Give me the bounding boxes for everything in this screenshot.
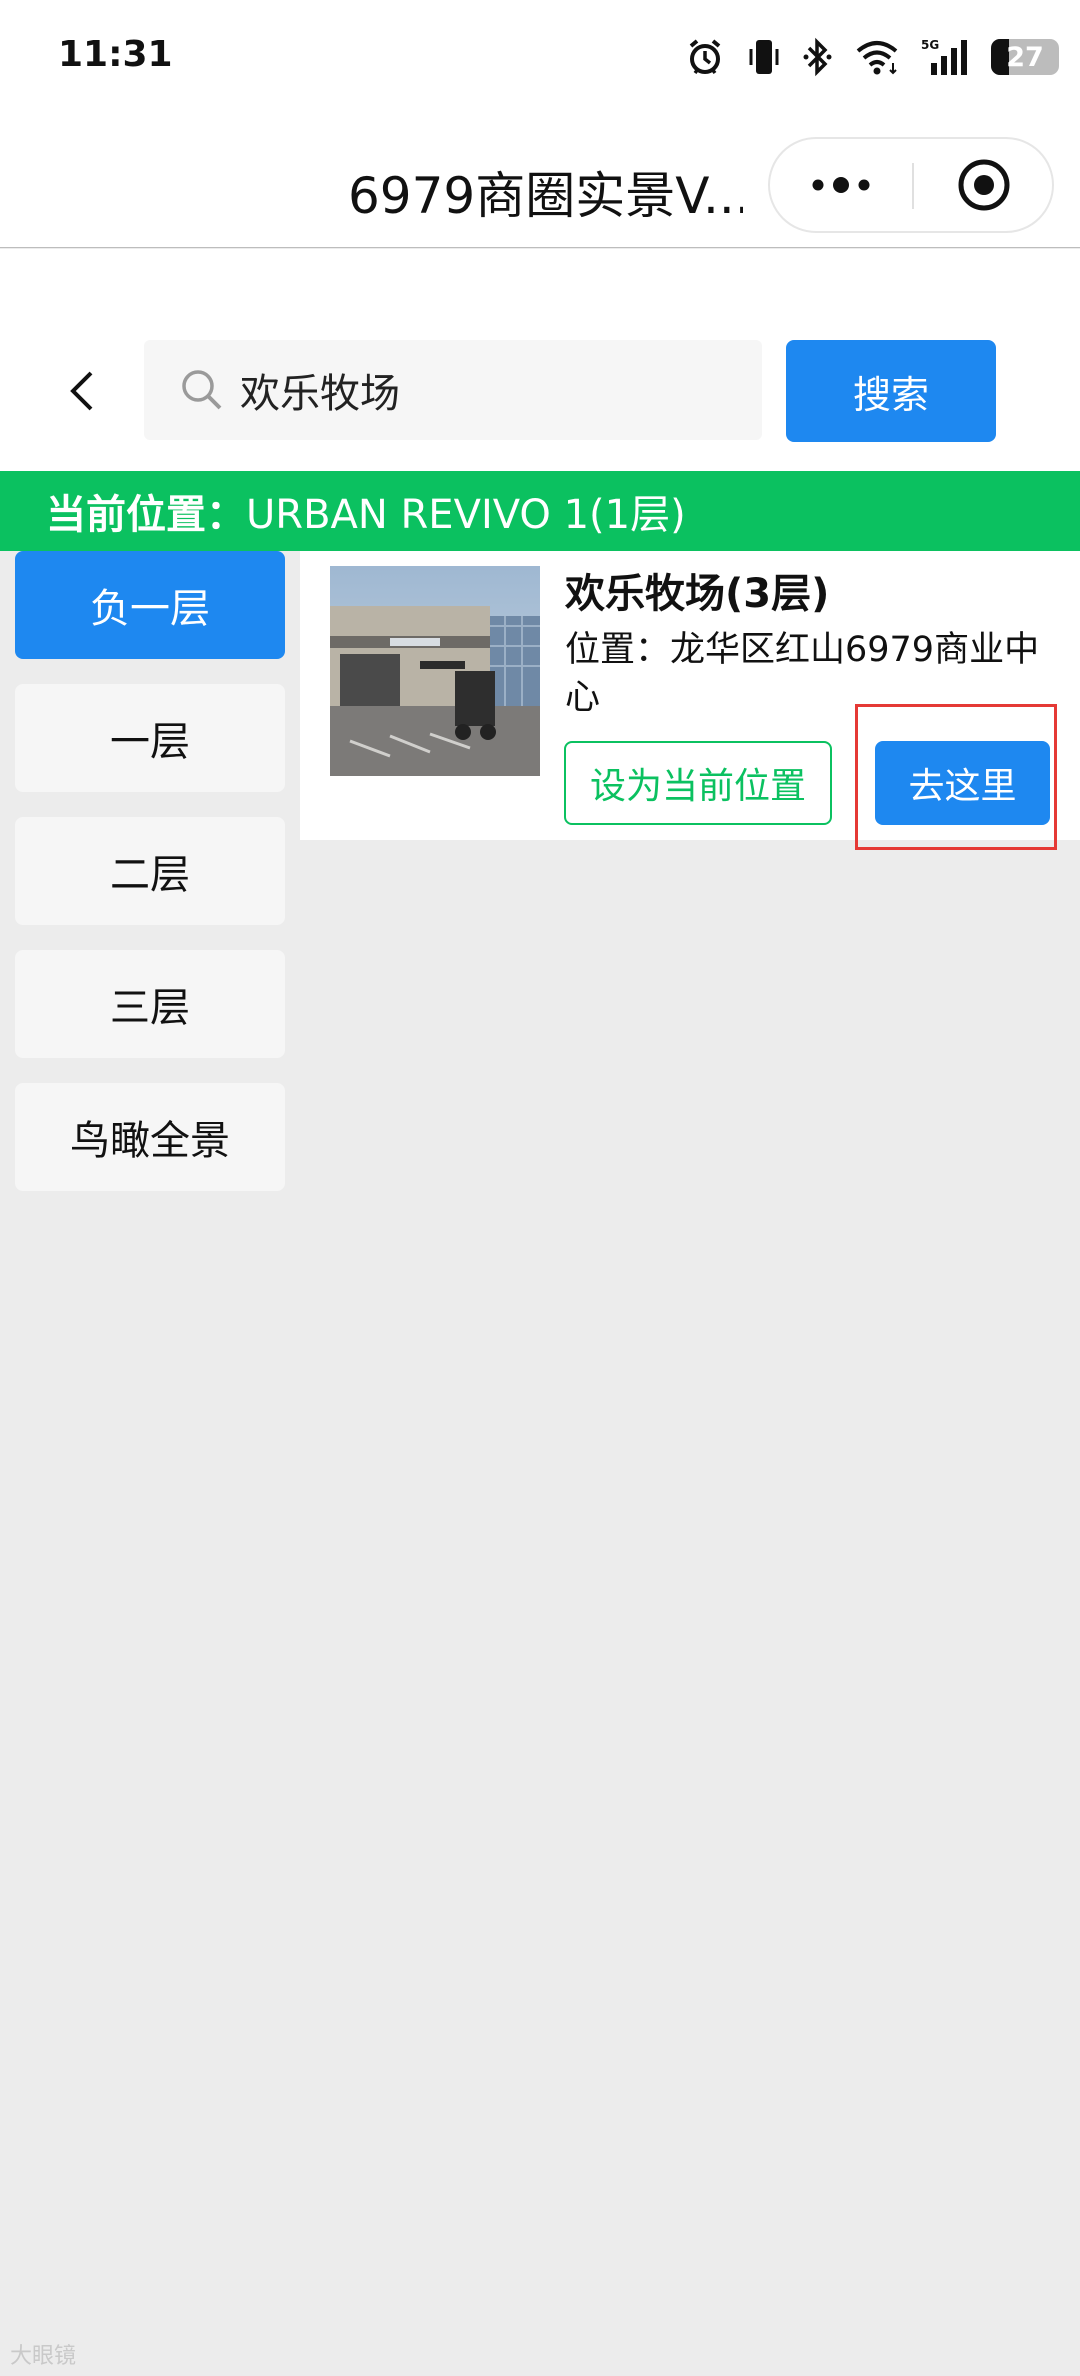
watermark: 大眼镜 xyxy=(10,2344,77,2369)
capsule-menu xyxy=(768,137,1054,233)
mini-program-title-bar: 6979商圈实景V... xyxy=(0,118,1080,248)
status-time: 11:31 xyxy=(58,34,173,75)
floor-item-b1[interactable]: 负一层 xyxy=(15,551,285,659)
search-area: 搜索 xyxy=(0,249,1080,471)
floor-item-aerial[interactable]: 鸟瞰全景 xyxy=(15,1083,285,1191)
page-title: 6979商圈实景V... xyxy=(348,167,743,225)
close-target-icon[interactable] xyxy=(914,139,1054,231)
current-location-value: URBAN REVIVO 1(1层) xyxy=(246,492,686,538)
vibrate-icon xyxy=(747,37,781,77)
floor-sidebar: 负一层 一层 二层 三层 鸟瞰全景 xyxy=(0,551,300,2376)
status-bar: 11:31 5G 27 xyxy=(0,0,1080,118)
battery-icon: 27 xyxy=(991,39,1059,75)
search-box[interactable] xyxy=(144,340,762,440)
more-dots-icon[interactable] xyxy=(770,139,912,231)
go-here-button[interactable]: 去这里 xyxy=(875,741,1050,825)
store-thumbnail[interactable] xyxy=(330,566,540,776)
current-location-bar: 当前位置： URBAN REVIVO 1(1层) xyxy=(0,471,1080,551)
network-label: 5G xyxy=(921,38,939,52)
floor-item-2f[interactable]: 二层 xyxy=(15,817,285,925)
current-location-label: 当前位置： xyxy=(46,492,246,538)
set-current-location-button[interactable]: 设为当前位置 xyxy=(564,741,832,825)
floor-item-3f[interactable]: 三层 xyxy=(15,950,285,1058)
search-button[interactable]: 搜索 xyxy=(786,340,996,442)
signal-icon: 5G xyxy=(921,37,969,77)
search-icon xyxy=(180,368,224,412)
page: 11:31 5G 27 6979商圈实景V... 欢乐牧场 搜索 当前位置： U… xyxy=(0,0,1080,2376)
wifi-icon xyxy=(855,37,899,77)
bluetooth-icon xyxy=(803,37,833,77)
alarm-icon xyxy=(685,37,725,77)
status-icons: 5G 27 xyxy=(685,30,1059,84)
battery-level: 27 xyxy=(1006,41,1044,73)
store-name: 欢乐牧场(3层) xyxy=(565,571,830,617)
search-input[interactable] xyxy=(240,354,740,426)
results-list: 欢乐牧场(3层) 位置：龙华区红山6979商业中心 设为当前位置 去这里 xyxy=(300,551,1080,2376)
floor-item-1f[interactable]: 一层 xyxy=(15,684,285,792)
back-arrow-icon[interactable] xyxy=(52,361,112,421)
battery-indicator: 27 xyxy=(991,39,1059,75)
list-item: 欢乐牧场(3层) 位置：龙华区红山6979商业中心 设为当前位置 去这里 xyxy=(300,551,1080,850)
